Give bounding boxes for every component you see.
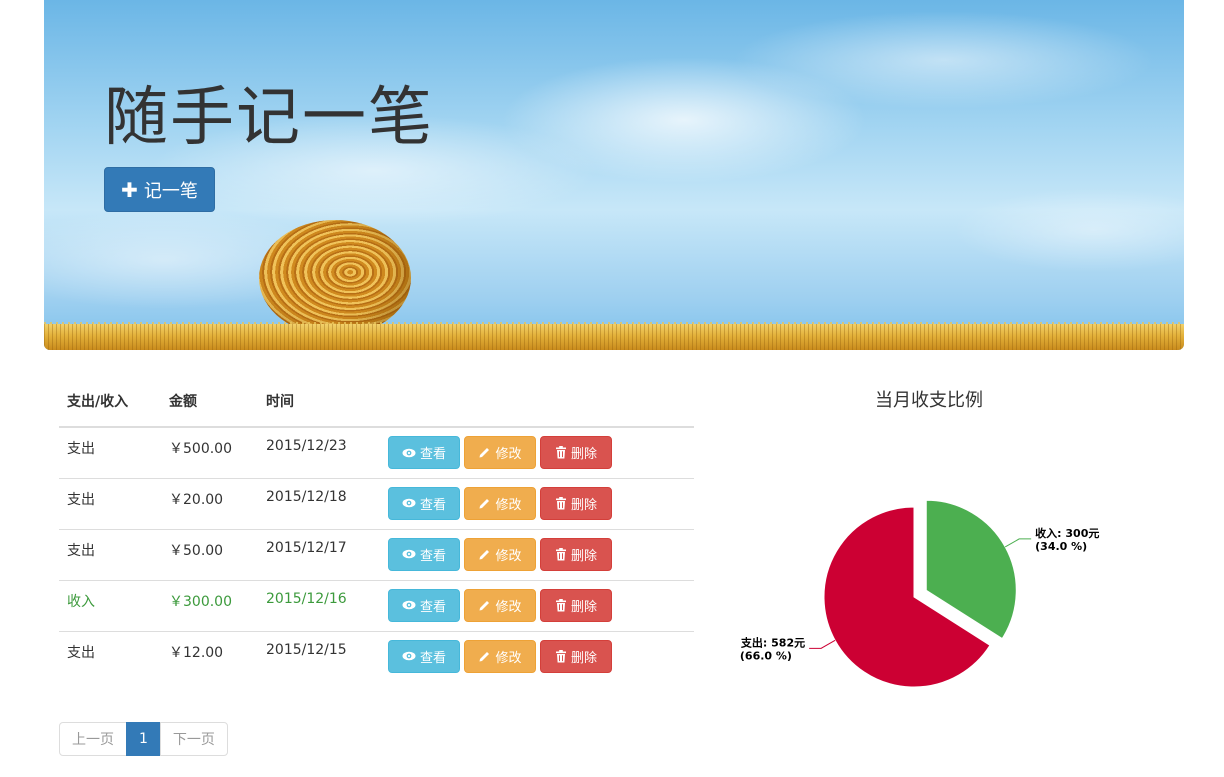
table-row: 支出 ￥500.00 2015/12/23 查看 修改 删除 [59, 426, 694, 478]
eye-icon [402, 600, 416, 610]
delete-button-label: 删除 [570, 599, 597, 615]
header-amount: 金额 [161, 375, 258, 428]
view-button-label: 查看 [419, 447, 446, 462]
pie-label-value: 收入: 300元 [1035, 526, 1099, 540]
add-record-button[interactable]: ✚ 记一笔 [104, 167, 215, 212]
delete-button-label: 删除 [570, 650, 597, 666]
row-date: 2015/12/23 [258, 426, 380, 478]
delete-button[interactable]: 删除 [540, 639, 612, 673]
header-type: 支出/收入 [59, 375, 161, 428]
edit-button-label: 修改 [495, 650, 522, 666]
wheat-field-image [44, 324, 1184, 350]
trash-icon [555, 649, 566, 662]
hay-bale-image [259, 220, 411, 336]
pencil-icon [479, 549, 490, 559]
delete-button-label: 删除 [570, 447, 597, 462]
pie-label-connector [809, 639, 836, 649]
row-actions: 查看 修改 删除 [380, 528, 694, 580]
view-button-label: 查看 [419, 599, 446, 615]
row-date: 2015/12/17 [258, 528, 380, 580]
row-type: 支出 [59, 426, 161, 478]
chart-title: 当月收支比例 [875, 390, 983, 411]
row-amount: ￥20.00 [161, 477, 258, 529]
edit-button-label: 修改 [495, 548, 522, 564]
edit-button[interactable]: 修改 [464, 537, 536, 571]
row-actions: 查看 修改 删除 [380, 426, 694, 478]
pie-label-value: 支出: 582元 [740, 635, 805, 649]
eye-icon [402, 549, 416, 559]
pencil-icon [479, 448, 490, 458]
trash-icon [555, 547, 566, 560]
delete-button[interactable]: 删除 [540, 588, 612, 622]
row-type: 支出 [59, 477, 161, 529]
delete-button[interactable]: 删除 [540, 537, 612, 571]
edit-button[interactable]: 修改 [464, 436, 536, 469]
edit-button-label: 修改 [495, 497, 522, 513]
row-amount: ￥12.00 [161, 630, 258, 682]
row-amount: ￥50.00 [161, 528, 258, 580]
pagination: 上一页 1 下一页 [59, 722, 228, 756]
trash-icon [555, 446, 566, 459]
row-date: 2015/12/15 [258, 630, 380, 682]
trash-icon [555, 496, 566, 509]
eye-icon [402, 651, 416, 661]
edit-button-label: 修改 [495, 599, 522, 615]
view-button-label: 查看 [419, 497, 446, 513]
row-date: 2015/12/18 [258, 477, 380, 529]
hero-banner: 随手记一笔 ✚ 记一笔 [44, 0, 1184, 350]
row-date: 2015/12/16 [258, 579, 380, 631]
header-time: 时间 [258, 375, 380, 428]
table-row: 支出 ￥50.00 2015/12/17 查看 修改 删除 [59, 528, 694, 580]
pie-chart: 收入: 300元(34.0 %) 支出: 582元(66.0 %) [740, 499, 1099, 688]
edit-button[interactable]: 修改 [464, 639, 536, 673]
view-button[interactable]: 查看 [388, 486, 460, 520]
row-type: 收入 [59, 579, 161, 631]
row-actions: 查看 修改 删除 [380, 477, 694, 529]
row-type: 支出 [59, 528, 161, 580]
pie-label-percent: (66.0 %) [740, 649, 792, 662]
table-header-row: 支出/收入 金额 时间 [59, 375, 694, 428]
plus-icon: ✚ [121, 177, 138, 202]
page-title: 随手记一笔 [104, 81, 434, 155]
table-row: 支出 ￥20.00 2015/12/18 查看 修改 删除 [59, 477, 694, 529]
delete-button[interactable]: 删除 [540, 436, 612, 469]
eye-icon [402, 448, 416, 457]
view-button[interactable]: 查看 [388, 588, 460, 622]
edit-button-label: 修改 [495, 447, 522, 462]
delete-button-label: 删除 [570, 548, 597, 564]
next-page-link[interactable]: 下一页 [159, 722, 228, 756]
edit-button[interactable]: 修改 [464, 486, 536, 520]
eye-icon [402, 498, 416, 508]
delete-button[interactable]: 删除 [540, 486, 612, 520]
current-page-link[interactable]: 1 [126, 722, 161, 756]
delete-button-label: 删除 [570, 497, 597, 513]
pie-label-percent: (34.0 %) [1035, 540, 1087, 553]
view-button-label: 查看 [419, 548, 446, 564]
view-button-label: 查看 [419, 650, 446, 666]
pie-label-connector [1004, 538, 1032, 548]
pencil-icon [479, 600, 490, 610]
row-type: 支出 [59, 630, 161, 682]
table-row: 收入 ￥300.00 2015/12/16 查看 修改 删除 [59, 579, 694, 631]
row-amount: ￥500.00 [161, 426, 258, 478]
pencil-icon [479, 498, 490, 508]
table-row: 支出 ￥12.00 2015/12/15 查看 修改 删除 [59, 630, 694, 682]
trash-icon [555, 598, 566, 611]
add-record-button-label: 记一笔 [143, 180, 198, 202]
row-actions: 查看 修改 删除 [380, 579, 694, 631]
records-table: 支出/收入 金额 时间 支出 ￥500.00 2015/12/23 查看 修改 [59, 375, 694, 682]
edit-button[interactable]: 修改 [464, 588, 536, 622]
view-button[interactable]: 查看 [388, 537, 460, 571]
header-actions [380, 375, 694, 428]
view-button[interactable]: 查看 [388, 436, 460, 469]
row-amount: ￥300.00 [161, 579, 258, 631]
view-button[interactable]: 查看 [388, 639, 460, 673]
row-actions: 查看 修改 删除 [380, 630, 694, 682]
prev-page-link[interactable]: 上一页 [59, 722, 127, 756]
pencil-icon [479, 651, 490, 661]
